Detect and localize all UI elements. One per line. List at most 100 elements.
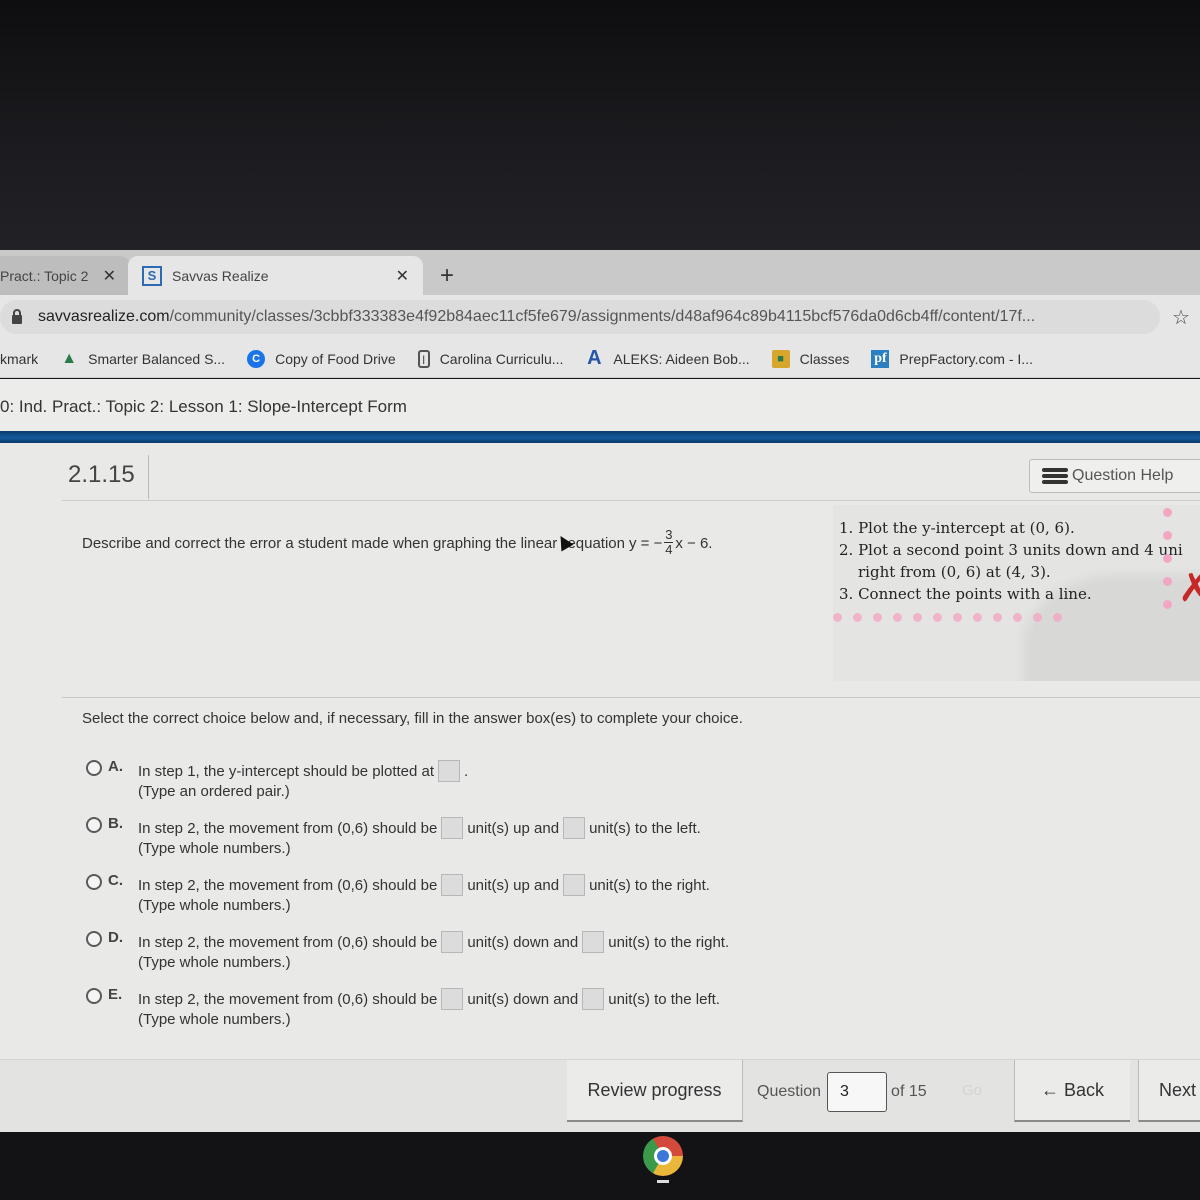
choice-text: In step 2, the movement from (0,6) shoul…: [138, 988, 720, 1010]
choice-text-part: unit(s) to the right.: [608, 933, 730, 951]
error-x-icon: ✗: [1178, 565, 1200, 611]
decorative-dots: [833, 613, 1062, 622]
choice-text-part: In step 2, the movement from (0,6) shoul…: [138, 933, 438, 951]
bookmark-classes[interactable]: ■ Classes: [771, 349, 850, 368]
tab-pract-topic[interactable]: Pract.: Topic 2 ✕: [0, 256, 130, 295]
bookmark-label: Smarter Balanced S...: [88, 350, 226, 367]
new-tab-button[interactable]: +: [440, 262, 454, 290]
choice-letter: E.: [108, 986, 123, 1003]
choice-text: In step 2, the movement from (0,6) shoul…: [138, 817, 701, 839]
answer-box[interactable]: [582, 931, 605, 953]
radio-button[interactable]: [86, 817, 102, 833]
radio-button[interactable]: [86, 874, 102, 890]
bookmark-label: kmark: [0, 350, 39, 367]
answer-box[interactable]: [441, 931, 464, 953]
choice-letter: B.: [108, 815, 123, 832]
instructions: Select the correct choice below and, if …: [82, 710, 743, 727]
url-path: /community/classes/3cbbf333383e4f92b84ae…: [169, 308, 1036, 325]
question-number-input[interactable]: 3: [827, 1072, 888, 1112]
savvas-s-icon: S: [142, 265, 162, 286]
close-icon[interactable]: ✕: [396, 266, 409, 286]
classroom-icon: ■: [771, 349, 790, 368]
tab-savvas-realize[interactable]: S Savvas Realize ✕: [128, 256, 423, 295]
bookmark-prepfactory[interactable]: pf PrepFactory.com - I...: [871, 349, 1033, 368]
review-progress-button[interactable]: Review progress: [567, 1060, 743, 1122]
choice-text-part: In step 2, the movement from (0,6) shoul…: [138, 876, 438, 894]
equation-suffix: x − 6.: [675, 535, 713, 552]
header-divider: [0, 431, 1200, 443]
question-footer: Review progress Question 3 of 15 Go ← Ba…: [0, 1059, 1200, 1132]
step-2-cont: right from (0, 6) at (4, 3).: [858, 563, 1051, 581]
step-1: 1. Plot the y-intercept at (0, 6).: [839, 519, 1075, 537]
bookmark-aleks[interactable]: A ALEKS: Aideen Bob...: [585, 347, 749, 369]
question-number: 2.1.15: [68, 461, 135, 488]
bookmark-label: PrepFactory.com - I...: [899, 350, 1033, 367]
tree-icon: ▲: [61, 349, 78, 367]
step-3: 3. Connect the points with a line.: [839, 585, 1092, 603]
bookmark-label: Copy of Food Drive: [275, 350, 396, 367]
choice-letter: A.: [108, 758, 123, 775]
answer-box[interactable]: [438, 760, 461, 782]
bookmark-food-drive[interactable]: C Copy of Food Drive: [247, 349, 396, 368]
choice-text: In step 2, the movement from (0,6) shoul…: [138, 931, 729, 953]
radio-button[interactable]: [86, 760, 102, 776]
list-icon: [1042, 468, 1068, 484]
close-icon[interactable]: ✕: [103, 266, 116, 286]
choice-text-part: In step 2, the movement from (0,6) shoul…: [138, 990, 438, 1008]
choice-text-part: unit(s) to the left.: [608, 990, 720, 1008]
bookmark-carolina[interactable]: | Carolina Curriculu...: [417, 349, 563, 368]
choice-text-part: In step 1, the y-intercept should be plo…: [138, 762, 435, 780]
bookmark-item[interactable]: kmark: [0, 351, 38, 367]
answer-box[interactable]: [563, 874, 586, 896]
answer-box[interactable]: [441, 988, 464, 1010]
radio-button[interactable]: [86, 988, 102, 1004]
step-2: 2. Plot a second point 3 units down and …: [839, 541, 1183, 559]
answer-box[interactable]: [441, 874, 464, 896]
fraction-numerator: 3: [665, 527, 673, 542]
answer-box[interactable]: [582, 988, 605, 1010]
question-text: Describe and correct the error a student…: [82, 535, 562, 552]
divider: [148, 455, 149, 499]
browser-toolbar: savvasrealize.com /community/classes/3cb…: [0, 295, 1200, 340]
choice-text-part: unit(s) down and: [467, 933, 579, 951]
fraction-denominator: 4: [665, 542, 673, 557]
divider: [62, 500, 1200, 501]
bookmark-smarter-balanced[interactable]: ▲ Smarter Balanced S...: [60, 350, 225, 368]
question-help-button[interactable]: Question Help: [1029, 459, 1200, 493]
student-work-image: 1. Plot the y-intercept at (0, 6). 2. Pl…: [833, 505, 1200, 681]
go-button[interactable]: Go: [962, 1082, 982, 1099]
active-app-indicator: [657, 1180, 669, 1183]
bookmarks-bar: kmark ▲ Smarter Balanced S... C Copy of …: [0, 340, 1200, 378]
decorative-dots: [1163, 505, 1172, 623]
fraction: 3 4: [664, 527, 674, 557]
choice-text: In step 2, the movement from (0,6) shoul…: [138, 874, 710, 896]
question-label: Question: [757, 1083, 822, 1100]
c-circle-icon: C: [247, 349, 266, 368]
battery-icon: |: [417, 349, 430, 368]
course-title: 0: Ind. Pract.: Topic 2: Lesson 1: Slope…: [0, 397, 407, 416]
choice-hint: (Type whole numbers.): [138, 840, 291, 857]
question-total: of 15: [891, 1083, 927, 1100]
answer-box[interactable]: [563, 817, 586, 839]
address-bar[interactable]: savvasrealize.com /community/classes/3cb…: [0, 300, 1160, 334]
choice-text-part: unit(s) down and: [467, 990, 579, 1008]
choice-text-part: unit(s) up and: [467, 819, 560, 837]
question-prompt: Describe and correct the error a student…: [82, 527, 713, 558]
choice-letter: C.: [108, 872, 123, 889]
os-shelf: [0, 1132, 1200, 1200]
question-text: equation: [567, 535, 625, 552]
bookmark-star-icon[interactable]: ☆: [1172, 305, 1190, 330]
answer-box[interactable]: [441, 817, 464, 839]
radio-button[interactable]: [86, 931, 102, 947]
choice-text-part: .: [464, 762, 469, 780]
choice-hint: (Type whole numbers.): [138, 897, 291, 914]
equation-prefix: y = −: [629, 535, 663, 552]
chrome-icon[interactable]: [643, 1136, 683, 1176]
bookmark-label: Classes: [799, 350, 850, 367]
question-help-label: Question Help: [1072, 467, 1174, 484]
back-button[interactable]: ← Back: [1014, 1060, 1130, 1122]
pf-icon: pf: [871, 349, 890, 368]
tab-title: Savvas Realize: [172, 267, 269, 284]
next-button[interactable]: Next: [1138, 1060, 1200, 1122]
student-steps: 1. Plot the y-intercept at (0, 6). 2. Pl…: [839, 517, 1183, 605]
